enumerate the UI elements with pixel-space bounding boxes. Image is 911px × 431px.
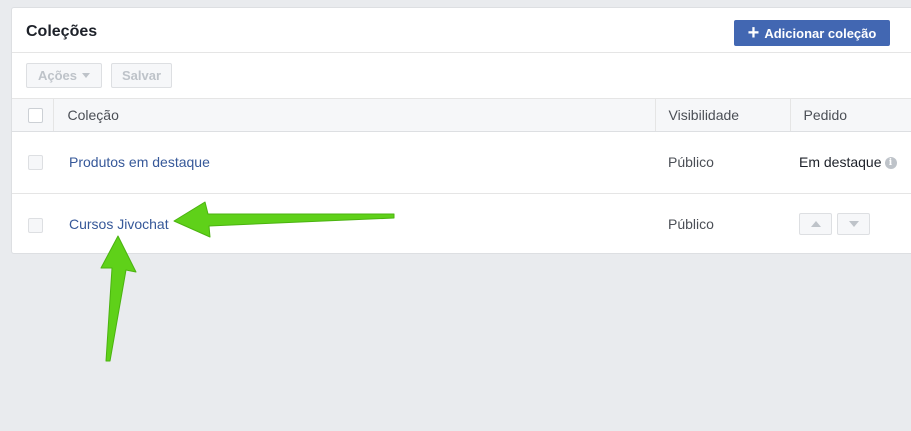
add-collection-button[interactable]: + Adicionar coleção	[734, 20, 890, 46]
move-up-button[interactable]	[799, 213, 832, 236]
select-all-cell	[12, 99, 54, 132]
arrow-up-icon	[810, 221, 821, 228]
caret-down-icon	[82, 73, 91, 78]
row-checkbox-cell	[12, 193, 53, 255]
order-cell	[790, 193, 911, 255]
visibility-value: Público	[668, 154, 714, 170]
page-title: Coleções	[26, 23, 98, 40]
visibility-cell: Público	[655, 131, 790, 193]
column-header-visibility[interactable]: Visibilidade	[655, 99, 791, 132]
featured-label: Em destaque	[799, 154, 882, 170]
actions-dropdown-button[interactable]: Ações	[26, 63, 102, 88]
collection-link[interactable]: Produtos em destaque	[69, 154, 210, 170]
table-row: Cursos Jivochat Público	[12, 193, 911, 255]
order-cell: Em destaque i	[790, 131, 911, 193]
row-checkbox[interactable]	[28, 155, 43, 171]
panel-header: Coleções + Adicionar coleção	[12, 8, 911, 53]
info-icon[interactable]: i	[884, 157, 897, 170]
select-all-checkbox[interactable]	[28, 108, 43, 124]
arrow-down-icon	[848, 221, 859, 228]
row-checkbox-cell	[12, 131, 53, 193]
collections-panel: Coleções + Adicionar coleção Ações Salva…	[11, 7, 911, 254]
actions-label: Ações	[37, 68, 78, 83]
save-label: Salvar	[121, 68, 162, 83]
table-row: Produtos em destaque Público Em destaque…	[12, 131, 911, 193]
collection-link[interactable]: Cursos Jivochat	[69, 216, 169, 232]
toolbar: Ações Salvar	[12, 53, 911, 99]
move-down-button[interactable]	[837, 213, 870, 236]
row-checkbox[interactable]	[28, 217, 43, 233]
plus-icon: +	[747, 22, 760, 44]
add-collection-label: Adicionar coleção	[764, 25, 877, 41]
collection-name-cell: Cursos Jivochat	[53, 193, 655, 255]
visibility-cell: Público	[655, 193, 790, 255]
column-header-collection[interactable]: Coleção	[53, 99, 656, 132]
save-button[interactable]: Salvar	[111, 63, 172, 88]
table-header-row: Coleção Visibilidade Pedido	[12, 99, 911, 132]
order-buttons	[799, 213, 911, 236]
collection-name-cell: Produtos em destaque	[53, 131, 655, 193]
visibility-value: Público	[668, 216, 714, 233]
column-header-order[interactable]: Pedido	[790, 99, 911, 132]
collections-table: Coleção Visibilidade Pedido Produtos em …	[12, 99, 911, 255]
